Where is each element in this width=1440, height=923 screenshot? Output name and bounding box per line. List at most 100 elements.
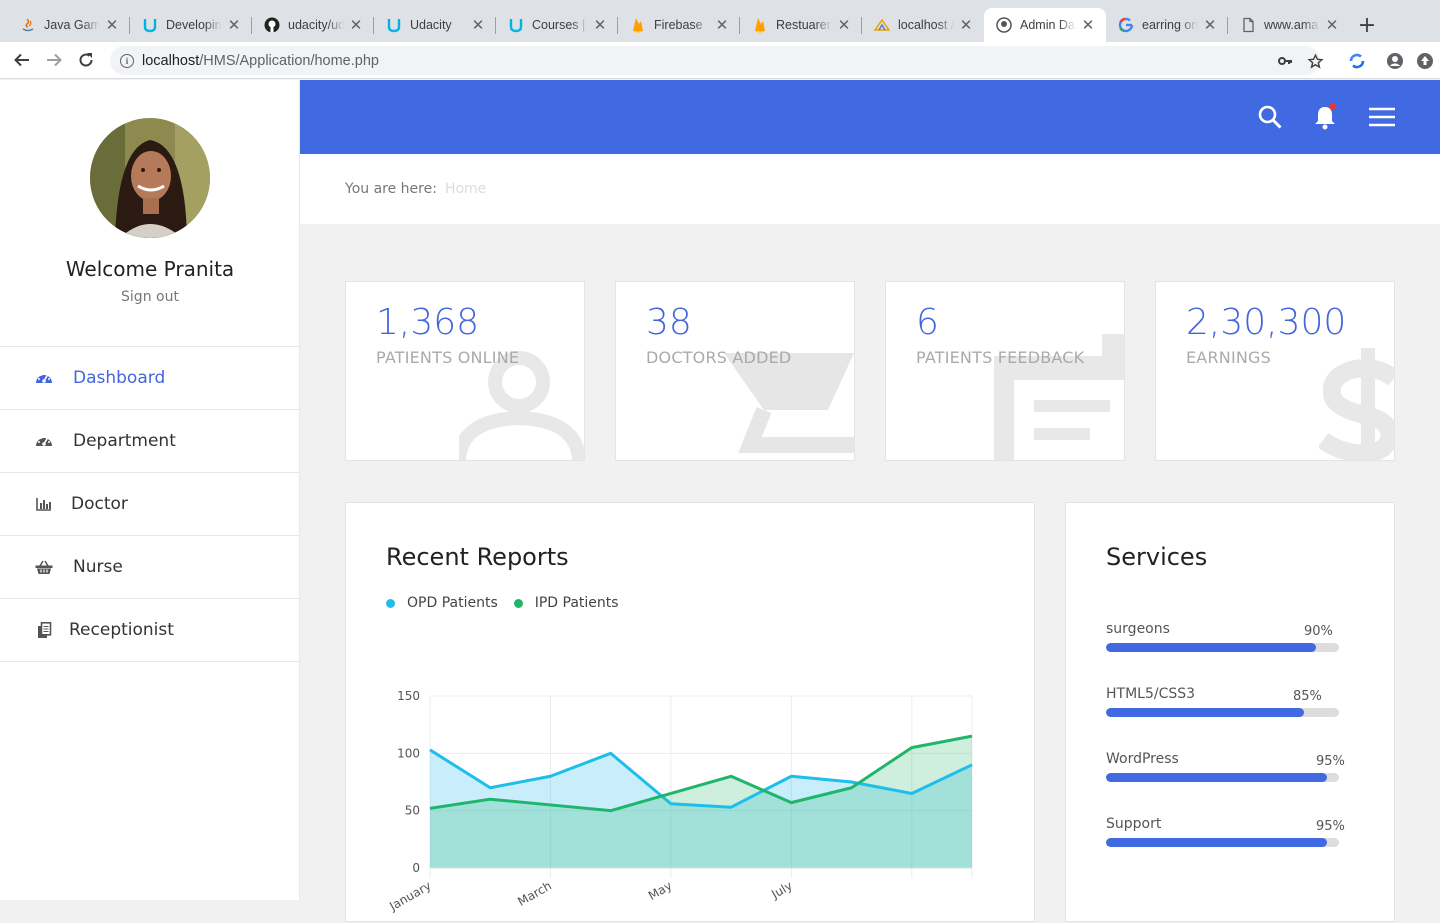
key-icon[interactable]: [1270, 53, 1300, 69]
y-tick-label: 0: [412, 861, 420, 875]
back-icon[interactable]: [6, 44, 38, 76]
progress-track: [1106, 643, 1339, 652]
browser-tab[interactable]: earring on ✕: [1106, 8, 1228, 42]
sign-out-link[interactable]: Sign out: [0, 289, 300, 305]
address-bar[interactable]: i localhost/HMS/Application/home.php: [110, 46, 1320, 75]
firebase-icon: [630, 17, 646, 33]
y-tick-label: 50: [405, 804, 420, 818]
service-percent: 95%: [1316, 754, 1345, 769]
document-icon: [1240, 17, 1256, 33]
progress-fill: [1106, 838, 1328, 847]
sidebar-item-label: Dashboard: [73, 368, 166, 388]
x-tick-label: May: [646, 878, 674, 903]
sidebar-item-department[interactable]: Department: [0, 410, 300, 473]
progress-track: [1106, 708, 1339, 717]
notification-bell-icon[interactable]: [1310, 102, 1340, 132]
close-icon[interactable]: ✕: [104, 16, 120, 34]
close-icon[interactable]: ✕: [592, 16, 608, 34]
sidebar-menu: Dashboard Department Doctor Nurse Recept…: [0, 346, 300, 662]
stat-value: 1,368: [376, 302, 480, 343]
search-icon[interactable]: [1255, 102, 1285, 132]
stat-card-patients-feedback[interactable]: 6 PATIENTS FEEDBACK: [885, 281, 1125, 461]
browser-tab[interactable]: Java Game ✕: [8, 8, 130, 42]
y-tick-label: 100: [397, 746, 420, 760]
tab-title: Developing: [166, 18, 222, 32]
github-icon: [264, 17, 280, 33]
welcome-text: Welcome Pranita: [65, 257, 235, 281]
reload-icon[interactable]: [70, 44, 102, 76]
stat-card-earnings[interactable]: 2,30,300 EARNINGS: [1155, 281, 1395, 461]
tab-title: Restuaren: [776, 18, 832, 32]
reports-area-chart[interactable]: 0 50 100 150 January March May July: [346, 503, 1036, 923]
sidebar-item-dashboard[interactable]: Dashboard: [0, 347, 300, 410]
new-tab-button[interactable]: +: [1352, 8, 1382, 42]
sidebar-item-label: Department: [73, 431, 176, 451]
service-progress-support: Support 95%: [1106, 816, 1345, 847]
browser-tab[interactable]: Restuaren ✕: [740, 8, 862, 42]
sync-icon[interactable]: [1342, 52, 1372, 70]
close-icon[interactable]: ✕: [836, 16, 852, 34]
recent-reports-panel: Recent Reports OPD Patients IPD Patients…: [345, 502, 1035, 922]
close-icon[interactable]: ✕: [1080, 16, 1096, 34]
sidebar-item-label: Receptionist: [69, 620, 174, 640]
service-percent: 95%: [1316, 819, 1345, 834]
progress-track: [1106, 838, 1339, 847]
stat-card-patients-online[interactable]: 1,368 PATIENTS ONLINE: [345, 281, 585, 461]
breadcrumb-home[interactable]: Home: [445, 181, 486, 197]
google-icon: [1118, 17, 1134, 33]
close-icon[interactable]: ✕: [1202, 16, 1218, 34]
sidebar-item-label: Doctor: [71, 494, 128, 514]
breadcrumb-prefix: You are here:: [345, 181, 437, 197]
forward-icon[interactable]: [38, 44, 70, 76]
browser-tab[interactable]: www.ama ✕: [1228, 8, 1350, 42]
browser-tab-active[interactable]: Admin Das ✕: [984, 8, 1106, 42]
dollar-icon: [1319, 348, 1394, 460]
browser-toolbar: i localhost/HMS/Application/home.php: [0, 42, 1440, 79]
close-icon[interactable]: ✕: [348, 16, 364, 34]
account-icon[interactable]: [1380, 52, 1410, 70]
github-icon: [996, 17, 1012, 33]
panel-title: Services: [1106, 543, 1208, 571]
tab-title: Courses |: [532, 18, 586, 32]
close-icon[interactable]: ✕: [1324, 16, 1340, 34]
url-host: localhost: [142, 52, 200, 69]
services-panel: Services surgeons 90% HTML5/CSS3 85% Wor…: [1065, 502, 1395, 922]
service-progress-wordpress: WordPress 95%: [1106, 751, 1345, 782]
browser-tab[interactable]: Udacity ✕: [374, 8, 496, 42]
service-percent: 85%: [1293, 689, 1322, 704]
tab-title: Firebase: [654, 18, 703, 32]
stat-label: EARNINGS: [1186, 348, 1271, 367]
close-icon[interactable]: ✕: [470, 16, 486, 34]
browser-tab[interactable]: Firebase ✕: [618, 8, 740, 42]
info-icon[interactable]: i: [120, 53, 134, 68]
browser-tab[interactable]: localhost / ✕: [862, 8, 984, 42]
star-icon[interactable]: [1300, 52, 1330, 70]
sidebar-item-doctor[interactable]: Doctor: [0, 473, 300, 536]
service-percent: 90%: [1304, 624, 1333, 639]
sidebar-item-nurse[interactable]: Nurse: [0, 536, 300, 599]
update-icon[interactable]: [1410, 52, 1440, 70]
java-icon: [20, 17, 36, 33]
browser-tab[interactable]: Courses | ✕: [496, 8, 618, 42]
avatar[interactable]: [90, 118, 210, 238]
firebase-icon: [752, 17, 768, 33]
browser-tab[interactable]: Developing ✕: [130, 8, 252, 42]
stat-value: 2,30,300: [1186, 302, 1347, 343]
progress-fill: [1106, 643, 1316, 652]
udacity-icon: [142, 17, 158, 33]
sidebar-item-receptionist[interactable]: Receptionist: [0, 599, 300, 662]
stat-value: 38: [646, 302, 692, 343]
bar-chart-icon: [34, 494, 54, 514]
browser-tab[interactable]: udacity/ud ✕: [252, 8, 374, 42]
x-tick-label: January: [386, 878, 433, 913]
tab-title: localhost /: [898, 18, 954, 32]
service-name: WordPress: [1106, 751, 1179, 767]
close-icon[interactable]: ✕: [958, 16, 974, 34]
close-icon[interactable]: ✕: [714, 16, 730, 34]
stat-card-doctors-added[interactable]: 38 DOCTORS ADDED: [615, 281, 855, 461]
hamburger-menu-icon[interactable]: [1367, 102, 1397, 132]
close-icon[interactable]: ✕: [226, 16, 242, 34]
top-bar: [300, 80, 1440, 154]
service-name: Support: [1106, 816, 1162, 832]
basket-icon: [34, 557, 54, 577]
